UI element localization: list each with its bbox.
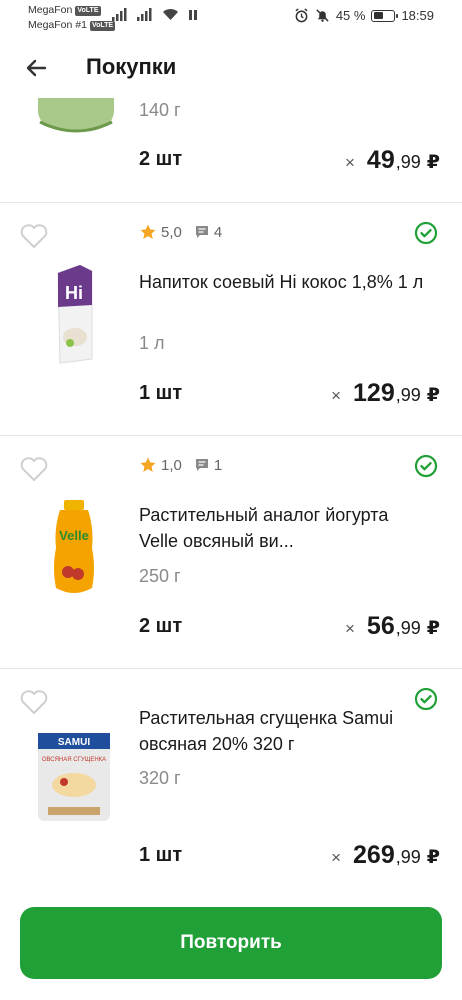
product-image: Velle — [54, 500, 94, 593]
star-icon — [140, 224, 156, 239]
star-icon — [140, 457, 156, 472]
review-count: 1 — [213, 456, 223, 474]
currency: ₽ — [426, 385, 440, 406]
price-main: 49 — [366, 146, 395, 174]
currency: ₽ — [426, 152, 440, 173]
carrier-2: MegaFon #1 — [28, 19, 87, 31]
product-image: Hi — [57, 265, 93, 364]
price-cents: ,99 — [395, 152, 421, 172]
check-icon — [414, 454, 438, 478]
pause-icon — [189, 10, 197, 20]
product-name[interactable]: Растительный аналог йогурта Velle овсяны… — [139, 502, 429, 554]
product-name[interactable]: Напиток соевый Hi кокос 1,8% 1 л — [139, 269, 429, 295]
product-image: SAMUI ОВСЯНАЯ СГУЩЕНКА — [38, 733, 110, 821]
price-main: 129 — [353, 379, 395, 407]
rating-value: 5,0 — [161, 223, 182, 241]
quantity: 2 шт — [139, 615, 183, 637]
product-weight: 1 л — [139, 333, 165, 353]
page-title: Покупки — [86, 54, 177, 79]
battery-icon — [371, 9, 399, 22]
quantity: 2 шт — [139, 148, 183, 170]
signal-icon — [137, 8, 152, 21]
currency: ₽ — [426, 618, 440, 639]
list-item[interactable]: 5,0 4 Hi Напиток соевый Hi кокос 1,8% 1 … — [0, 203, 462, 436]
heart-icon[interactable] — [20, 456, 48, 482]
alarm-icon — [295, 8, 308, 23]
svg-text:Hi: Hi — [65, 283, 83, 303]
rating-value: 1,0 — [161, 456, 182, 474]
review-count: 4 — [213, 223, 223, 241]
clock: 18:59 — [401, 8, 434, 23]
quantity: 1 шт — [139, 844, 183, 866]
price-main: 269 — [353, 841, 395, 869]
repeat-order-button[interactable]: Повторить — [20, 907, 442, 979]
multiply-sign: × — [331, 386, 342, 405]
signal-icon — [112, 8, 127, 21]
comment-icon — [195, 226, 208, 238]
product-image-label: ОВСЯНАЯ СГУЩЕНКА — [42, 757, 106, 763]
price: × 269 ,99 ₽ — [331, 841, 440, 870]
price-cents: ,99 — [395, 618, 421, 638]
price: × 129 ,99 ₽ — [331, 379, 440, 408]
arrow-left-icon — [26, 59, 47, 77]
back-button[interactable] — [20, 52, 52, 84]
quantity: 1 шт — [139, 382, 183, 404]
battery-percent: 45 % — [335, 8, 366, 23]
product-name[interactable]: Растительная сгущенка Samui овсяная 20% … — [139, 705, 429, 757]
rating-row: 1,0 1 — [139, 456, 222, 474]
product-image-brand: SAMUI — [58, 737, 90, 748]
price-main: 56 — [366, 612, 395, 640]
heart-icon[interactable] — [20, 689, 48, 715]
product-weight: 320 г — [139, 768, 181, 788]
wifi-icon — [163, 9, 178, 20]
price-cents: ,99 — [395, 385, 421, 405]
price-cents: ,99 — [395, 847, 421, 867]
carrier-1: MegaFon — [28, 4, 73, 16]
multiply-sign: × — [331, 848, 342, 867]
svg-text:Velle: Velle — [59, 528, 89, 543]
heart-icon[interactable] — [20, 223, 48, 249]
currency: ₽ — [426, 847, 440, 868]
carrier-info: MegaFon VoLTE MegaFon #1 VoLTE — [28, 3, 116, 33]
multiply-sign: × — [344, 153, 355, 172]
product-weight: 140 г — [139, 100, 181, 120]
app-header: Покупки — [0, 36, 462, 98]
price: × 49 ,99 ₽ — [345, 146, 440, 175]
comment-icon — [195, 459, 208, 471]
check-icon — [414, 221, 438, 245]
multiply-sign: × — [344, 619, 355, 638]
rating-row: 5,0 4 — [139, 223, 222, 241]
product-weight: 250 г — [139, 566, 181, 586]
volte-badge: VoLTE — [75, 5, 101, 16]
list-item[interactable]: 1,0 1 Velle Растительный аналог йогурта … — [0, 436, 462, 669]
status-bar: MegaFon VoLTE MegaFon #1 VoLTE 45 % 18:59 — [0, 0, 462, 36]
volte-badge: VoLTE — [89, 20, 116, 31]
price: × 56 ,99 ₽ — [345, 612, 440, 641]
list-item[interactable]: SAMUI ОВСЯНАЯ СГУЩЕНКА Растительная сгущ… — [0, 669, 462, 899]
mute-bell-icon — [316, 9, 329, 22]
